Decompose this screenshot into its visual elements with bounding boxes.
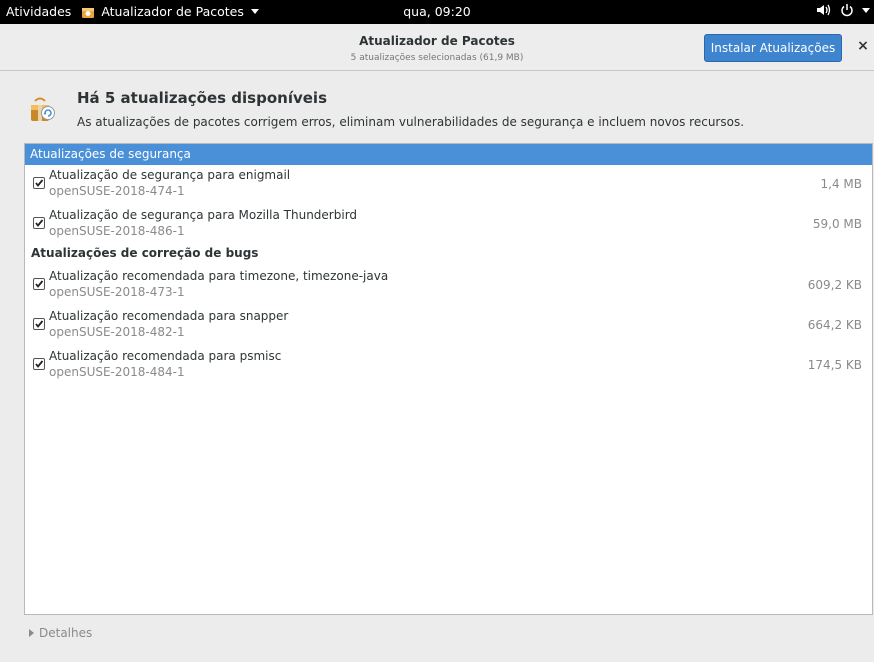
chevron-down-icon [862, 7, 870, 13]
list-item[interactable]: Atualização recomendada para timezone, t… [25, 269, 872, 307]
details-expander[interactable]: Detalhes [29, 626, 92, 640]
update-checkbox[interactable] [33, 358, 45, 370]
details-label: Detalhes [39, 626, 93, 640]
update-title: Atualização de segurança para enigmail [49, 168, 291, 182]
checkmark-icon [35, 320, 44, 328]
checkmark-icon [35, 360, 44, 368]
update-id: openSUSE-2018-484-1 [49, 365, 185, 379]
checkmark-icon [35, 219, 44, 227]
update-checkbox[interactable] [33, 177, 45, 189]
updates-description: As atualizações de pacotes corrigem erro… [77, 115, 745, 129]
security-updates-header[interactable]: Atualizações de segurança [25, 144, 872, 165]
list-item[interactable]: Atualização recomendada para psmisc open… [25, 349, 872, 387]
update-title: Atualização recomendada para psmisc [49, 349, 282, 363]
update-checkbox[interactable] [33, 217, 45, 229]
list-item[interactable]: Atualização de segurança para enigmail o… [25, 168, 872, 206]
list-item[interactable]: Atualização de segurança para Mozilla Th… [25, 208, 872, 246]
bugfix-updates-header[interactable]: Atualizações de correção de bugs [31, 246, 258, 260]
volume-icon [817, 4, 831, 16]
update-id: openSUSE-2018-486-1 [49, 224, 185, 238]
update-size: 664,2 KB [807, 318, 862, 332]
header-bar: Atualizador de Pacotes 5 atualizações se… [0, 24, 874, 71]
update-id: openSUSE-2018-474-1 [49, 184, 185, 198]
update-checkbox[interactable] [33, 318, 45, 330]
app-menu-label: Atualizador de Pacotes [101, 4, 244, 19]
activities-button[interactable]: Atividades [6, 4, 71, 19]
update-id: openSUSE-2018-482-1 [49, 325, 185, 339]
update-size: 59,0 MB [812, 217, 862, 231]
chevron-down-icon [250, 9, 259, 14]
top-bar: Atividades Atualizador de Pacotes qua, 0… [0, 0, 874, 24]
update-size: 609,2 KB [807, 278, 862, 292]
package-updater-icon [31, 97, 55, 121]
update-size: 1,4 MB [820, 177, 862, 191]
system-menu[interactable] [816, 3, 870, 17]
update-title: Atualização de segurança para Mozilla Th… [49, 208, 358, 222]
update-title: Atualização recomendada para timezone, t… [49, 269, 389, 283]
update-size: 174,5 KB [807, 358, 862, 372]
update-title: Atualização recomendada para snapper [49, 309, 289, 323]
app-menu[interactable]: Atualizador de Pacotes [81, 4, 259, 19]
update-id: openSUSE-2018-473-1 [49, 285, 185, 299]
checkmark-icon [35, 179, 44, 187]
updates-heading: Há 5 atualizações disponíveis [77, 89, 327, 107]
checkmark-icon [35, 280, 44, 288]
power-icon [841, 4, 853, 17]
install-updates-button[interactable]: Instalar Atualizações [704, 34, 842, 62]
expander-arrow-icon [29, 629, 34, 637]
close-button[interactable]: × [855, 38, 871, 58]
list-item[interactable]: Atualização recomendada para snapper ope… [25, 309, 872, 347]
package-updater-icon [82, 7, 95, 18]
updates-list: Atualizações de segurança Atualização de… [24, 143, 873, 615]
update-checkbox[interactable] [33, 278, 45, 290]
